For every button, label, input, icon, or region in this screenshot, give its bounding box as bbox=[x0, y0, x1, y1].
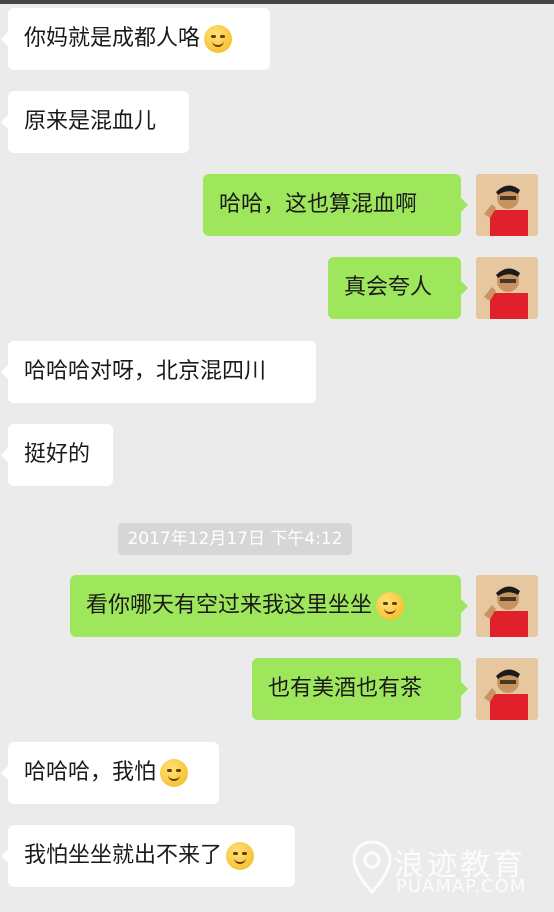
message-bubble-incoming[interactable]: 原来是混血儿 bbox=[1, 91, 189, 153]
message-text: 原来是混血儿 bbox=[24, 109, 157, 134]
user-avatar[interactable] bbox=[476, 174, 538, 236]
user-avatar[interactable] bbox=[476, 658, 538, 720]
message-bubble-outgoing[interactable]: 真会夸人 bbox=[328, 257, 468, 319]
message-text: 你妈就是成都人咯 bbox=[24, 26, 201, 51]
message-text: 看你哪天有空过来我这里坐坐 bbox=[86, 593, 373, 618]
message-bubble-incoming[interactable]: 你妈就是成都人咯 bbox=[1, 8, 270, 70]
message-text: 也有美酒也有茶 bbox=[268, 676, 423, 701]
user-avatar[interactable] bbox=[476, 257, 538, 319]
watermark-subtitle: PUAMAP.COM bbox=[396, 876, 527, 897]
message-bubble-incoming[interactable]: 哈哈哈，我怕 bbox=[1, 742, 219, 804]
location-pin-icon bbox=[352, 840, 392, 895]
user-avatar-icon bbox=[476, 174, 538, 236]
message-bubble-outgoing[interactable]: 也有美酒也有茶 bbox=[252, 658, 468, 720]
watermark: 浪迹教育 PUAMAP.COM bbox=[352, 838, 552, 898]
message-text: 挺好的 bbox=[24, 442, 91, 467]
user-avatar-icon bbox=[476, 257, 538, 319]
message-bubble-outgoing[interactable]: 看你哪天有空过来我这里坐坐 bbox=[70, 575, 468, 637]
user-avatar[interactable] bbox=[476, 575, 538, 637]
message-text: 哈哈哈，我怕 bbox=[24, 760, 157, 785]
blush-emoji-icon bbox=[376, 592, 405, 620]
message-bubble-incoming[interactable]: 挺好的 bbox=[1, 424, 113, 486]
message-text: 哈哈哈对呀，北京混四川 bbox=[24, 359, 267, 384]
message-text: 我怕坐坐就出不来了 bbox=[24, 843, 223, 868]
message-bubble-incoming[interactable]: 哈哈哈对呀，北京混四川 bbox=[1, 341, 316, 403]
message-text: 哈哈，这也算混血啊 bbox=[219, 192, 418, 217]
user-avatar-icon bbox=[476, 575, 538, 637]
chat-timestamp: 2017年12月17日 下午4:12 bbox=[118, 523, 352, 555]
smile-emoji-icon bbox=[160, 759, 189, 787]
message-text: 真会夸人 bbox=[344, 275, 433, 300]
user-avatar-icon bbox=[476, 658, 538, 720]
smirk-emoji-icon bbox=[204, 25, 233, 53]
chat-window: 你妈就是成都人咯 原来是混血儿 哈哈，这也算混血啊 真会夸人 哈哈哈对呀，北京混… bbox=[0, 0, 554, 912]
message-bubble-outgoing[interactable]: 哈哈，这也算混血啊 bbox=[203, 174, 468, 236]
laugh-cry-emoji-icon bbox=[226, 842, 255, 870]
message-bubble-incoming[interactable]: 我怕坐坐就出不来了 bbox=[1, 825, 295, 887]
